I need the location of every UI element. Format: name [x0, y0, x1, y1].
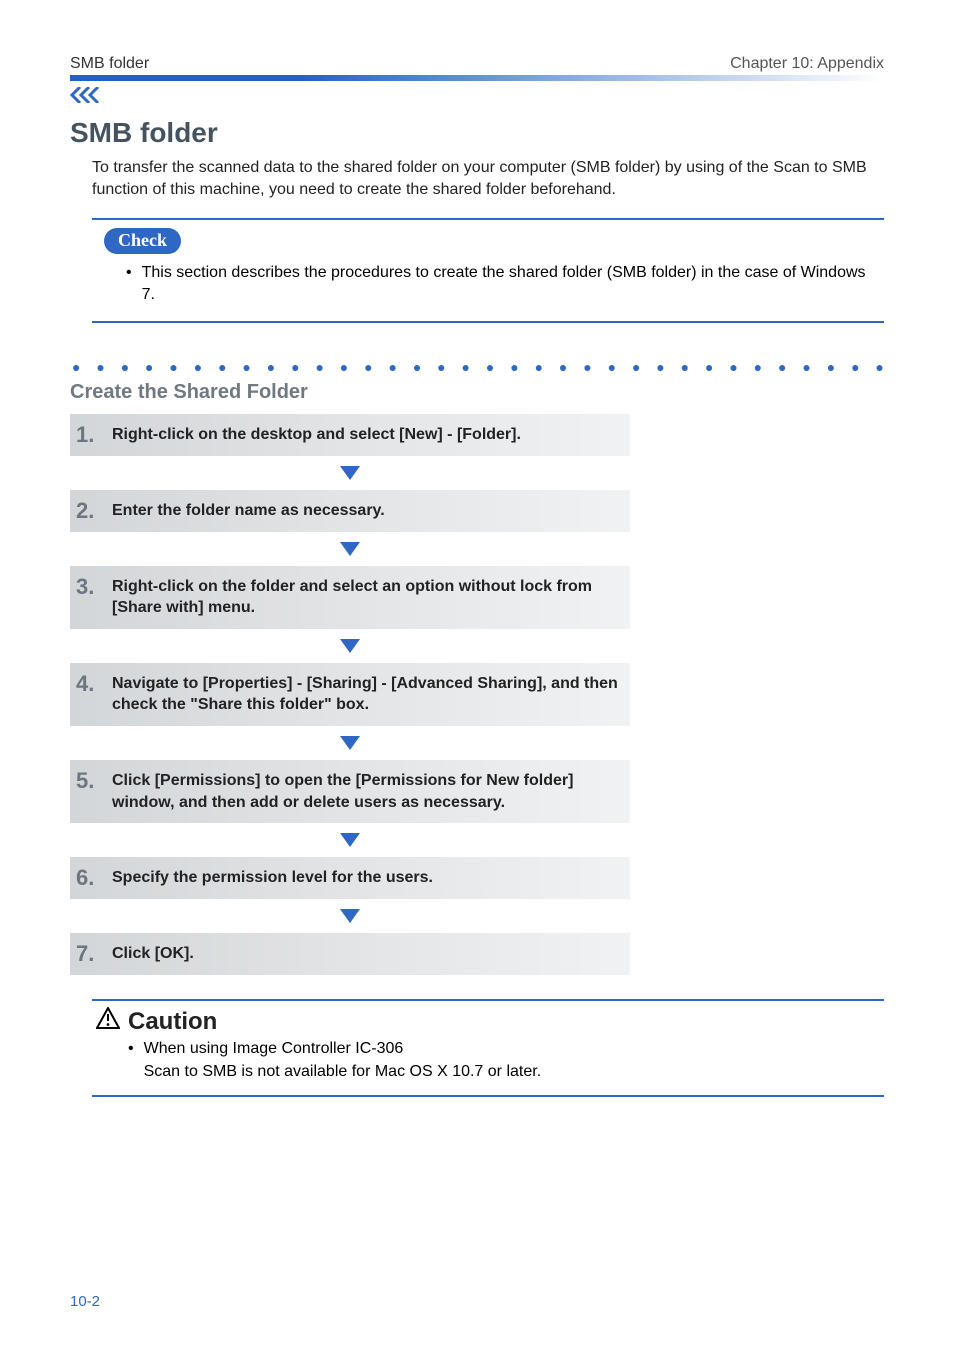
header-rule [70, 75, 884, 81]
step-item: 2. Enter the folder name as necessary. [70, 490, 630, 532]
step-number: 5. [76, 768, 104, 792]
down-arrow-icon [70, 826, 630, 854]
step-text: Click [OK]. [112, 941, 194, 965]
page-header: SMB folder Chapter 10: Appendix [70, 55, 884, 73]
step-item: 4. Navigate to [Properties] - [Sharing] … [70, 663, 630, 726]
back-arrows-icon[interactable] [70, 87, 884, 103]
step-number: 1. [76, 422, 104, 446]
step-text: Enter the folder name as necessary. [112, 498, 385, 522]
check-callout: Check • This section describes the proce… [92, 218, 884, 323]
caution-text: When using Image Controller IC-306 Scan … [144, 1038, 542, 1083]
header-chapter: Chapter 10: Appendix [730, 55, 884, 73]
step-text: Navigate to [Properties] - [Sharing] - [… [112, 671, 620, 716]
dotted-divider: ● ● ● ● ● ● ● ● ● ● ● ● ● ● ● ● ● ● ● ● … [70, 359, 884, 375]
page-number: 10-2 [70, 1293, 884, 1310]
check-text: This section describes the procedures to… [142, 262, 872, 307]
step-item: 3. Right-click on the folder and select … [70, 566, 630, 629]
bullet-icon: • [126, 262, 132, 307]
step-item: 1. Right-click on the desktop and select… [70, 414, 630, 456]
step-item: 7. Click [OK]. [70, 933, 630, 975]
step-number: 3. [76, 574, 104, 598]
section-title: SMB folder [70, 117, 884, 149]
down-arrow-icon [70, 535, 630, 563]
down-arrow-icon [70, 459, 630, 487]
down-arrow-icon [70, 729, 630, 757]
step-number: 4. [76, 671, 104, 695]
header-section-name: SMB folder [70, 55, 149, 73]
step-item: 5. Click [Permissions] to open the [Perm… [70, 760, 630, 823]
down-arrow-icon [70, 902, 630, 930]
step-number: 7. [76, 941, 104, 965]
down-arrow-icon [70, 632, 630, 660]
steps-list: 1. Right-click on the desktop and select… [70, 414, 630, 976]
step-text: Click [Permissions] to open the [Permiss… [112, 768, 620, 813]
step-text: Right-click on the desktop and select [N… [112, 422, 521, 446]
check-label: Check [104, 228, 181, 254]
step-item: 6. Specify the permission level for the … [70, 857, 630, 899]
section-intro: To transfer the scanned data to the shar… [92, 157, 884, 202]
warning-icon [96, 1007, 120, 1036]
step-number: 6. [76, 865, 104, 889]
bullet-icon: • [128, 1038, 134, 1083]
caution-label: Caution [128, 1008, 217, 1036]
caution-callout: Caution • When using Image Controller IC… [92, 999, 884, 1097]
step-text: Right-click on the folder and select an … [112, 574, 620, 619]
subsection-title: Create the Shared Folder [70, 381, 884, 404]
step-text: Specify the permission level for the use… [112, 865, 433, 889]
step-number: 2. [76, 498, 104, 522]
